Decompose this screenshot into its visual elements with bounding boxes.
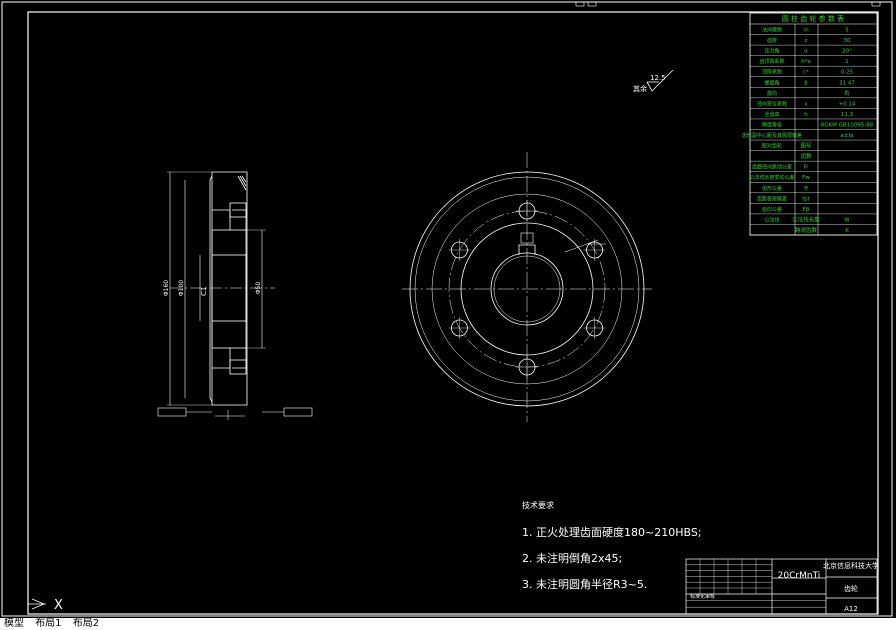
- tech-req-item-1: 1. 正火处理齿面硬度180~210HBS;: [522, 526, 702, 539]
- gear-parameter-table: 圆 柱 齿 轮 参 数 表 法向模数 m 5 齿数 z 30 压力角 α 20° 齿顶高系数 h*a…: [742, 12, 878, 236]
- dim-hub-diameter: Φ100: [178, 280, 185, 296]
- param-name: 顶隙系数: [762, 69, 782, 76]
- part-name: 齿轮: [844, 584, 858, 593]
- param-name: 公法线: [764, 216, 779, 223]
- tab-layout-1[interactable]: 布局1: [31, 618, 65, 629]
- layout-tabs-bar: 模型 布局1 布局2: [0, 618, 896, 630]
- param-symbol: 齿数: [800, 152, 812, 160]
- material-label: 20CrMnTi: [778, 571, 821, 581]
- dim-bore-diameter: Φ50: [255, 282, 262, 295]
- param-value: K: [845, 228, 849, 234]
- param-name: 配对齿轮: [762, 143, 782, 150]
- param-symbol: Fw: [802, 175, 810, 181]
- param-value: 0.25: [841, 70, 854, 76]
- param-symbol: z: [805, 38, 808, 44]
- param-name: 公法线长度变动公差: [749, 174, 794, 181]
- param-value: W: [844, 217, 850, 223]
- param-table-title: 圆 柱 齿 轮 参 数 表: [782, 14, 844, 23]
- tech-req-item-2: 2. 未注明倒角2x45;: [522, 552, 623, 565]
- param-symbol: 图号: [800, 142, 812, 150]
- tech-req-item-3: 3. 未注明圆角半径R3~5.: [522, 578, 648, 591]
- chamfer-callout: C1: [200, 287, 208, 296]
- param-value: 20°: [842, 49, 852, 55]
- param-value: a±fa: [840, 133, 853, 139]
- param-name: 法向模数: [762, 27, 782, 34]
- param-symbol: Fβ: [803, 207, 810, 213]
- param-value: 5: [845, 28, 849, 34]
- param-symbol: 跨测齿数: [795, 226, 818, 234]
- param-symbol: c*: [803, 70, 809, 76]
- param-symbol: m: [803, 28, 808, 34]
- sheet-outer-frame: [1, 1, 893, 617]
- param-name: 精度等级: [762, 121, 782, 128]
- tab-layout-2[interactable]: 布局2: [69, 618, 103, 629]
- param-symbol: β: [804, 80, 808, 86]
- param-name: 径向变位系数: [757, 100, 787, 107]
- param-symbol: x: [804, 101, 808, 107]
- param-symbol: h*a: [801, 59, 811, 65]
- param-name: 齿距极限偏差: [757, 195, 787, 202]
- gear-front-view: [402, 152, 652, 422]
- param-name: 齿形公差: [762, 185, 782, 192]
- param-symbol: ff: [804, 186, 808, 192]
- cad-drawing-canvas: 圆 柱 齿 轮 参 数 表 法向模数 m 5 齿数 z 30 压力角 α 20° 齿顶高系数 h*a…: [1, 1, 893, 617]
- param-name: 螺旋角: [764, 79, 779, 86]
- param-value: 11.3: [841, 112, 854, 118]
- param-value: +0.14: [839, 101, 856, 107]
- tab-model[interactable]: 模型: [0, 618, 28, 629]
- param-symbol: h: [804, 112, 808, 118]
- roughness-value: 12.5: [650, 74, 666, 82]
- tech-req-title: 技术要求: [522, 501, 554, 510]
- param-symbol: fpt: [802, 196, 810, 202]
- param-name: 齿轮副中心距及其极限偏差: [742, 132, 802, 139]
- param-name: 齿顶高系数: [759, 58, 784, 65]
- param-name: 齿圈径向跳动公差: [752, 164, 792, 171]
- company-name: 北京信息科技大学: [823, 561, 879, 570]
- dim-outer-diameter: Φ160: [163, 280, 170, 296]
- param-name: 压力角: [764, 48, 779, 55]
- param-value: 右: [844, 89, 850, 97]
- param-value: 30: [844, 38, 851, 44]
- sign-label: 标准化审核: [690, 593, 715, 600]
- param-name: 齿数: [767, 37, 777, 44]
- param-name: 旋向: [767, 90, 777, 97]
- param-symbol: Fr: [803, 165, 809, 171]
- corner-mark: [587, 1, 597, 7]
- param-name: 齿向公差: [762, 206, 782, 213]
- param-value: 8GKM GB10095-88: [821, 122, 874, 128]
- param-symbol: α: [804, 49, 808, 55]
- ucs-axis-label: X: [54, 598, 63, 613]
- param-symbol: 公法线长度: [792, 215, 820, 223]
- param-value: 1: [845, 59, 849, 65]
- surface-roughness-symbol: 其余 12.5: [633, 69, 674, 93]
- drawing-number: A12: [844, 605, 858, 613]
- corner-mark: [575, 1, 585, 7]
- param-value: 21.47: [839, 80, 855, 86]
- ucs-icon: [28, 598, 46, 610]
- roughness-label: 其余: [633, 84, 647, 93]
- param-name: 全齿高: [764, 111, 779, 118]
- corner-mark: [871, 1, 881, 7]
